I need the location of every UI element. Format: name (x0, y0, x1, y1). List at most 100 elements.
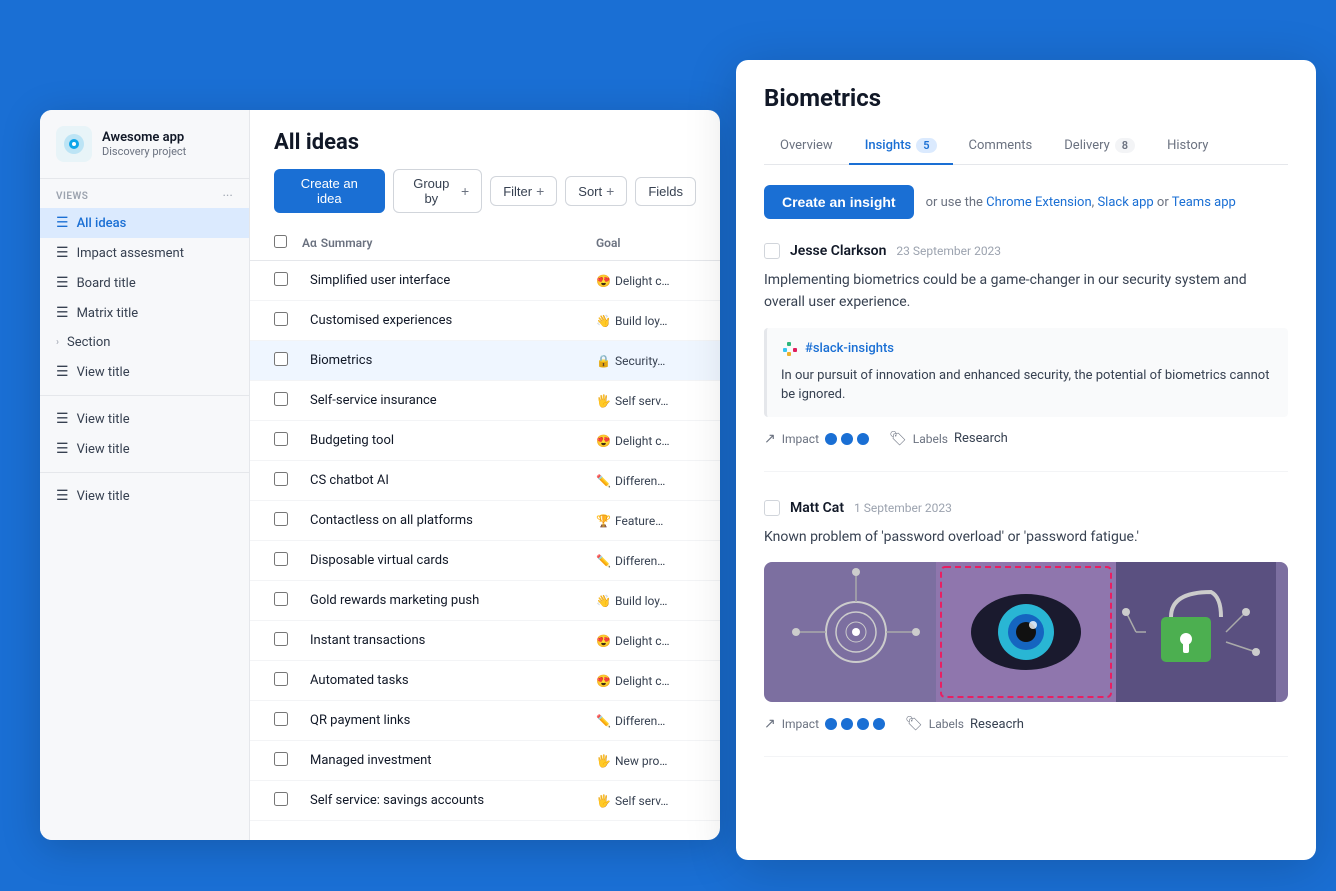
row-summary: Budgeting tool (302, 433, 596, 448)
row-goal: 😍Delight c… (596, 674, 696, 688)
slack-channel-link[interactable]: #slack-insights (805, 341, 894, 356)
labels-label: Labels (913, 432, 948, 446)
plus-icon: + (461, 183, 469, 199)
table-row[interactable]: Gold rewards marketing push 👋Build loy… (250, 581, 720, 621)
row-summary: Disposable virtual cards (302, 553, 596, 568)
dot (841, 718, 853, 730)
quote-text: In our pursuit of innovation and enhance… (781, 366, 1274, 405)
fields-button[interactable]: Fields (635, 177, 696, 206)
list-icon: ☰ (56, 441, 69, 457)
sidebar-item-label: View title (77, 412, 130, 427)
filter-button[interactable]: Filter + (490, 176, 557, 206)
views-more-button[interactable]: ··· (223, 191, 233, 202)
table-row[interactable]: Automated tasks 😍Delight c… (250, 661, 720, 701)
table-row[interactable]: Budgeting tool 😍Delight c… (250, 421, 720, 461)
row-checkbox[interactable] (274, 472, 288, 486)
sidebar-header: Awesome app Discovery project (40, 126, 249, 179)
tab-delivery[interactable]: Delivery 8 (1048, 128, 1151, 165)
row-checkbox[interactable] (274, 712, 288, 726)
tab-insights[interactable]: Insights 5 (849, 128, 953, 165)
row-goal: ✏️Differen… (596, 714, 696, 728)
tab-comments[interactable]: Comments (953, 128, 1049, 165)
sidebar-item-view-title-1[interactable]: ☰ View title (40, 357, 249, 387)
row-goal: 😍Delight c… (596, 434, 696, 448)
table-row[interactable]: Self-service insurance 🖐️Self serv… (250, 381, 720, 421)
row-goal: 🖐️Self serv… (596, 794, 696, 808)
row-checkbox[interactable] (274, 512, 288, 526)
create-insight-or-text: or use the Chrome Extension, Slack app o… (926, 195, 1236, 210)
dot (825, 718, 837, 730)
row-summary: Self-service insurance (302, 393, 596, 408)
row-checkbox[interactable] (274, 552, 288, 566)
row-checkbox[interactable] (274, 272, 288, 286)
sidebar-item-section[interactable]: › Section (40, 328, 249, 357)
labels-label: Labels (929, 717, 964, 731)
panel-header: Biometrics Overview Insights 5 Comments … (736, 60, 1316, 165)
table-row[interactable]: Self service: savings accounts 🖐️Self se… (250, 781, 720, 821)
plus-icon: + (536, 183, 544, 199)
table-row[interactable]: Customised experiences 👋Build loy… (250, 301, 720, 341)
labels-value: Research (954, 431, 1008, 446)
table-row[interactable]: Simplified user interface 😍Delight c… (250, 261, 720, 301)
row-goal: ✏️Differen… (596, 474, 696, 488)
table-row-biometrics[interactable]: Biometrics 🔒Security… (250, 341, 720, 381)
dot (841, 433, 853, 445)
tab-overview[interactable]: Overview (764, 128, 849, 165)
insight-panel: Biometrics Overview Insights 5 Comments … (736, 60, 1316, 860)
tab-label: Delivery (1064, 138, 1110, 153)
sidebar-divider-2 (40, 472, 249, 473)
impact-label: Impact (782, 432, 819, 446)
insight-user: Jesse Clarkson (790, 243, 886, 259)
select-all-checkbox[interactable] (274, 235, 287, 248)
sidebar-item-view-title-3[interactable]: ☰ View title (40, 434, 249, 464)
tab-label: Overview (780, 138, 833, 153)
row-checkbox[interactable] (274, 392, 288, 406)
list-icon: ☰ (56, 275, 69, 291)
sort-button[interactable]: Sort + (565, 176, 627, 206)
sidebar-item-board-title[interactable]: ☰ Board title (40, 268, 249, 298)
row-checkbox[interactable] (274, 312, 288, 326)
row-summary: Biometrics (302, 353, 596, 368)
row-checkbox[interactable] (274, 592, 288, 606)
row-checkbox[interactable] (274, 672, 288, 686)
row-summary: QR payment links (302, 713, 596, 728)
sidebar-item-matrix-title[interactable]: ☰ Matrix title (40, 298, 249, 328)
row-checkbox[interactable] (274, 792, 288, 806)
sidebar-divider-1 (40, 395, 249, 396)
sidebar-item-all-ideas[interactable]: ☰ All ideas (40, 208, 249, 238)
delivery-count-badge: 8 (1115, 138, 1135, 153)
sidebar-item-view-title-4[interactable]: ☰ View title (40, 481, 249, 511)
sidebar-item-view-title-2[interactable]: ☰ View title (40, 404, 249, 434)
create-insight-button[interactable]: Create an insight (764, 185, 914, 219)
labels-meta: 🏷 Labels Reseacrh (905, 716, 1024, 732)
table-row[interactable]: CS chatbot AI ✏️Differen… (250, 461, 720, 501)
create-idea-button[interactable]: Create an idea (274, 169, 385, 213)
insight-checkbox[interactable] (764, 243, 780, 259)
sidebar-item-impact-assesment[interactable]: ☰ Impact assesment (40, 238, 249, 268)
table-row[interactable]: Contactless on all platforms 🏆Feature… (250, 501, 720, 541)
row-checkbox[interactable] (274, 352, 288, 366)
slack-app-link[interactable]: Slack app (1097, 195, 1153, 210)
row-checkbox[interactable] (274, 632, 288, 646)
insight-checkbox[interactable] (764, 500, 780, 516)
table-row[interactable]: Instant transactions 😍Delight c… (250, 621, 720, 661)
tab-history[interactable]: History (1151, 128, 1224, 165)
fields-label: Fields (648, 184, 683, 199)
table-row[interactable]: Managed investment 🖐️New pro… (250, 741, 720, 781)
table-row[interactable]: Disposable virtual cards ✏️Differen… (250, 541, 720, 581)
group-by-label: Group by (406, 176, 457, 206)
header-goal-col: Goal (596, 236, 696, 250)
chrome-extension-link[interactable]: Chrome Extension (986, 195, 1091, 210)
tab-label: Insights (865, 138, 912, 153)
group-by-button[interactable]: Group by + (393, 169, 483, 213)
list-icon: ☰ (56, 215, 69, 231)
labels-value: Reseacrh (970, 717, 1024, 732)
impact-dots (825, 433, 869, 445)
row-checkbox[interactable] (274, 432, 288, 446)
teams-app-link[interactable]: Teams app (1172, 195, 1236, 210)
labels-meta: 🏷 Labels Research (889, 431, 1008, 447)
row-checkbox[interactable] (274, 752, 288, 766)
table-row[interactable]: QR payment links ✏️Differen… (250, 701, 720, 741)
row-summary: Contactless on all platforms (302, 513, 596, 528)
row-summary: Instant transactions (302, 633, 596, 648)
